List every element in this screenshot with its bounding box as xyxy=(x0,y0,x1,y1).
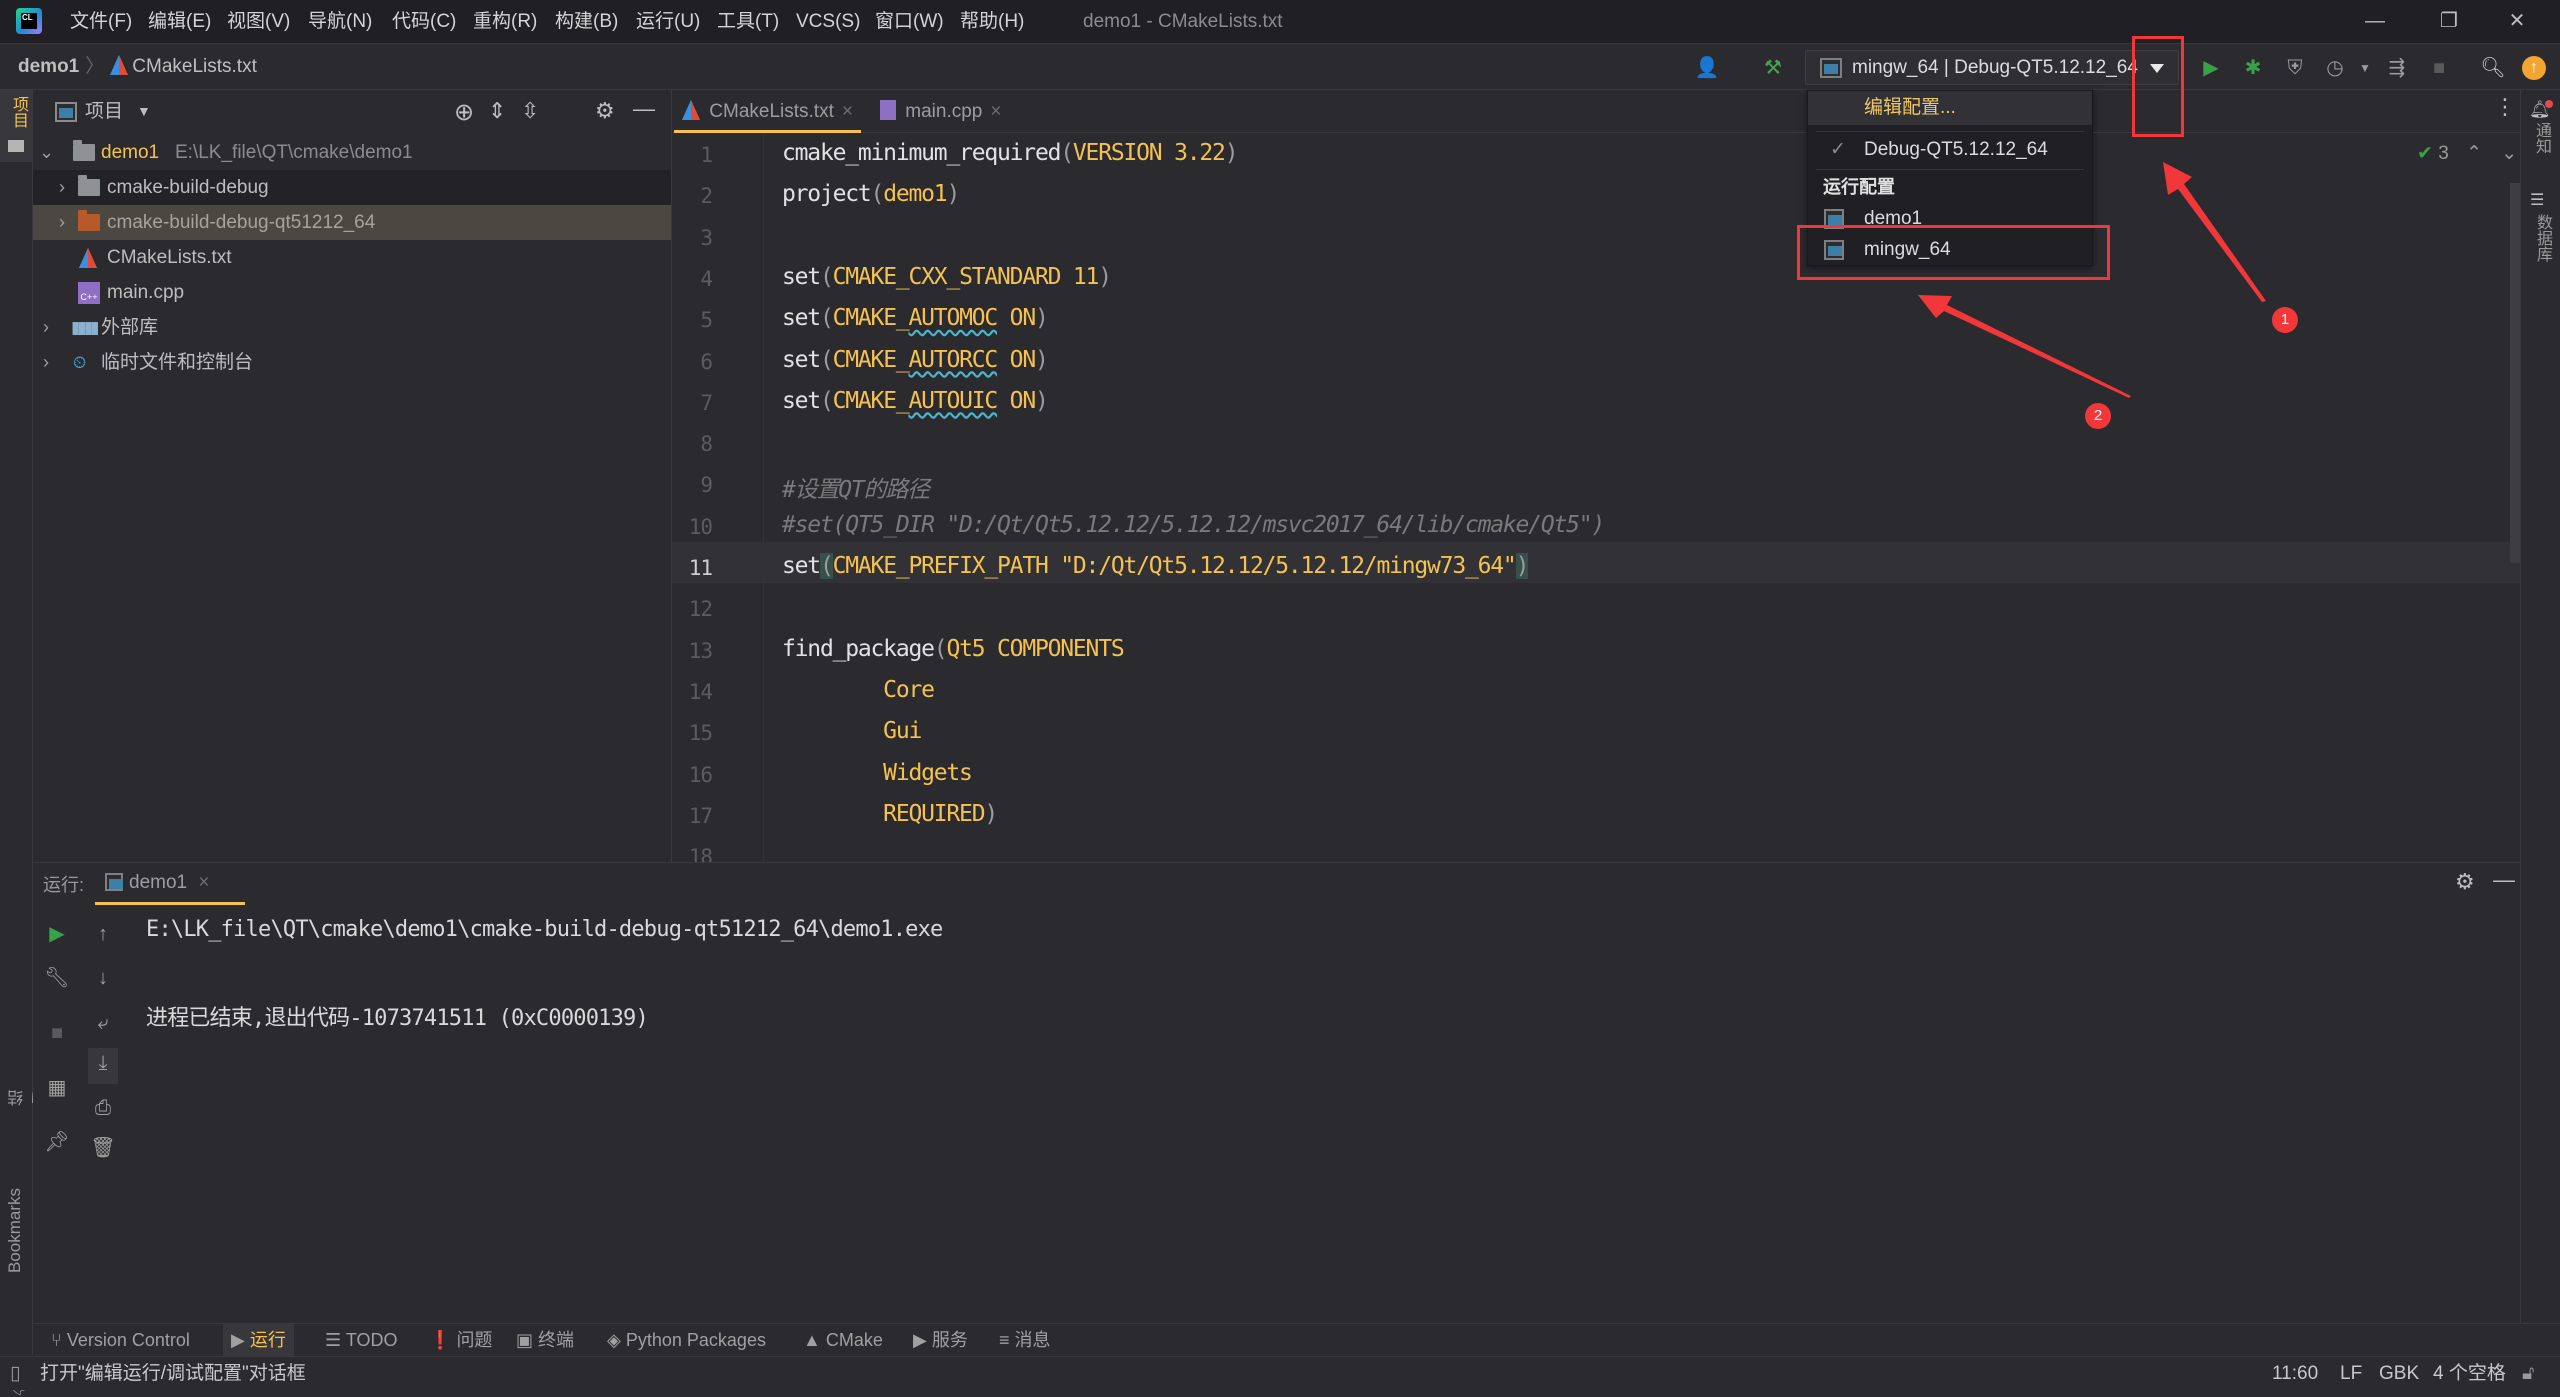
annotation-arrow-2 xyxy=(1918,295,2131,398)
annotation-arrows xyxy=(1918,162,2266,398)
annotation-arrow-1 xyxy=(2163,162,2266,302)
annotation-badge-2: 2 xyxy=(2085,403,2111,429)
annotation-badge-1: 1 xyxy=(2272,307,2298,333)
